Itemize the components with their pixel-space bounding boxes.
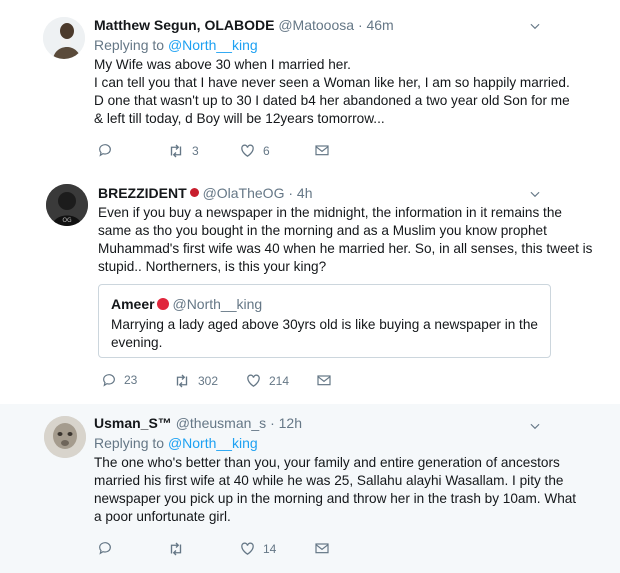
reply-icon [97,540,113,556]
retweet-icon [167,142,185,160]
quoted-tweet[interactable]: Ameer @North__king Marrying a lady aged … [98,284,551,358]
tweet-brezzident[interactable]: OG BREZZIDENT @OlaTheOG · 4h Even if you… [0,168,620,405]
reply-button[interactable] [97,142,120,158]
tweet-text: My Wife was above 30 when I married her.… [94,57,570,126]
retweet-icon [167,540,185,558]
retweet-button[interactable]: 302 [173,372,218,390]
heart-icon [239,540,256,557]
user-handle[interactable]: @Matooosa [278,17,354,33]
user-handle[interactable]: @theusman_s [176,415,266,431]
avatar[interactable]: OG [46,184,88,226]
reply-icon [97,142,113,158]
heart-icon [245,372,262,389]
chevron-down-icon[interactable] [528,419,542,433]
red-circle-icon [156,298,169,310]
tweet-matthew[interactable]: Matthew Segun, OLABODE @Matooosa · 46m R… [0,0,620,168]
display-name[interactable]: Matthew Segun, OLABODE [94,17,274,33]
envelope-icon [316,372,332,388]
retweet-button[interactable] [167,540,192,558]
direct-message-button[interactable] [314,540,330,556]
direct-message-button[interactable] [314,142,330,158]
retweet-icon [173,372,191,390]
like-button[interactable]: 14 [239,540,276,557]
tweet-text: Even if you buy a newspaper in the midni… [98,205,593,274]
quoted-tweet-text: Marrying a lady aged above 30yrs old is … [111,317,538,350]
display-name[interactable]: Usman_S™ [94,415,172,431]
like-button[interactable]: 214 [245,372,289,389]
envelope-icon [314,142,330,158]
envelope-icon [314,540,330,556]
reply-button[interactable]: 23 [101,372,137,388]
replying-to: Replying to @North__king [94,37,258,53]
chevron-down-icon[interactable] [528,19,542,33]
retweet-button[interactable]: 3 [167,142,199,160]
replying-to-link[interactable]: @North__king [168,37,258,53]
rose-icon [189,188,199,197]
reply-button[interactable] [97,540,120,556]
timestamp[interactable]: · 46m [358,17,394,33]
direct-message-button[interactable] [316,372,332,388]
heart-icon [239,142,256,159]
reply-icon [101,372,117,388]
tweet-usman[interactable]: Usman_S™ @theusman_s · 12h Replying to @… [0,404,620,573]
quoted-user-handle: @North__king [172,296,263,312]
user-handle[interactable]: @OlaTheOG [203,185,285,201]
replying-to: Replying to @North__king [94,435,258,451]
like-button[interactable]: 6 [239,142,270,159]
avatar[interactable] [44,416,86,458]
timestamp[interactable]: · 4h [288,185,312,201]
svg-text:OG: OG [62,217,72,224]
quoted-display-name: Ameer [111,296,155,312]
timestamp[interactable]: · 12h [270,415,302,431]
avatar[interactable] [43,17,85,59]
display-name[interactable]: BREZZIDENT [98,185,187,201]
chevron-down-icon[interactable] [528,187,542,201]
replying-to-link[interactable]: @North__king [168,435,258,451]
tweet-text: The one who's better than you, your fami… [94,455,577,524]
